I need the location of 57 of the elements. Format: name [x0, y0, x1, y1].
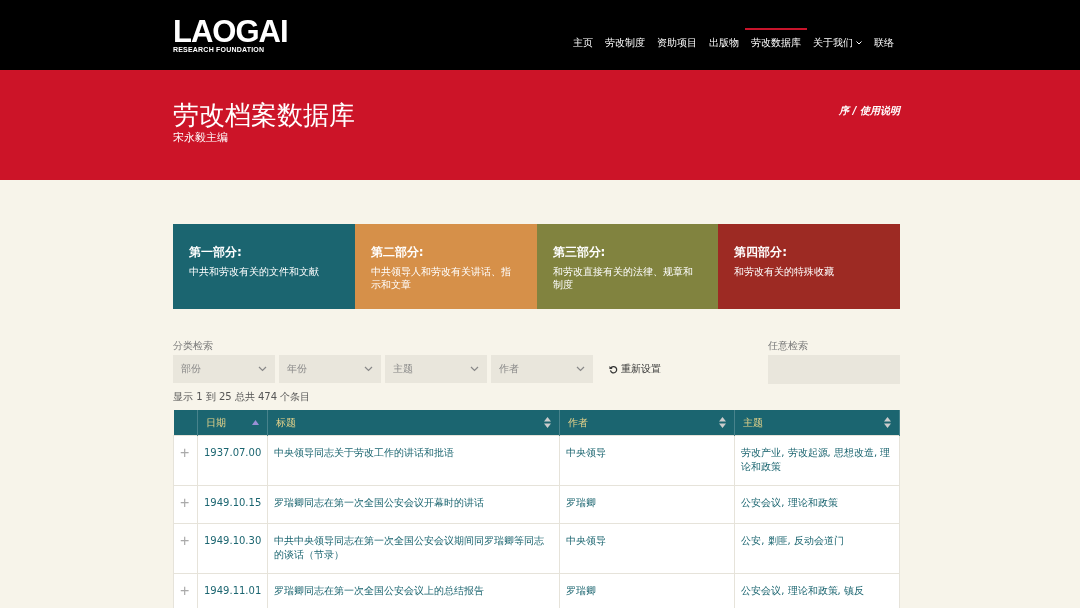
page-title: 劳改档案数据库 [173, 100, 355, 130]
section-card[interactable]: 第三部分: 和劳改直接有关的法律、规章和制度 [536, 224, 719, 309]
section-card[interactable]: 第四部分: 和劳改有关的特殊收藏 [718, 224, 900, 309]
reset-icon [609, 364, 618, 374]
table-cell: 罗瑞卿 [559, 573, 735, 608]
page-subtitle: 宋永毅主编 [173, 130, 229, 145]
section-title: 第三部分: [552, 244, 607, 261]
reset-button[interactable]: 重新设置 [603, 361, 667, 377]
table-cell: 公安会议, 理论和政策 [734, 485, 900, 524]
entry-count: 显示 1 到 25 总共 474 个条目 [173, 390, 312, 404]
section-description: 中共和劳改有关的文件和文献 [189, 265, 320, 278]
table-cell: 中央领导 [559, 523, 735, 574]
chevron-down-icon [258, 366, 267, 372]
table-cell: 中共中央领导同志在第一次全国公安会议期间同罗瑞卿等同志的谈话（节录） [267, 523, 560, 574]
column-header[interactable]: 日期 [206, 415, 226, 430]
table-cell: 1937.07.00 [197, 435, 268, 486]
section-title: 第一部分: [189, 244, 243, 261]
table-cell: 1949.11.01 [197, 573, 268, 608]
section-description: 中共领导人和劳改有关讲话、指示和文章 [370, 265, 512, 291]
nav-link[interactable]: 联络 [868, 28, 900, 56]
section-card[interactable]: 第一部分: 中共和劳改有关的文件和文献 [173, 224, 355, 309]
table-cell: 罗瑞卿同志在第一次全国公安会议上的总结报告 [267, 573, 560, 608]
filter-dropdown[interactable]: 年份 [279, 355, 381, 383]
section-title: 第四部分: [734, 244, 789, 261]
intro-link[interactable]: 序 / 使用说明 [839, 104, 900, 180]
chevron-down-icon [856, 41, 862, 45]
section-description: 和劳改直接有关的法律、规章和制度 [552, 265, 694, 291]
nav-link[interactable]: 关于我们 [807, 28, 868, 56]
table-cell: 罗瑞卿同志在第一次全国公安会议开幕时的讲话 [267, 485, 560, 524]
chevron-down-icon [576, 366, 585, 372]
filter-dropdown[interactable]: 主题 [385, 355, 487, 383]
table-cell: 中央领导同志关于劳改工作的讲话和批语 [267, 435, 560, 486]
column-header[interactable]: 主题 [743, 415, 764, 430]
nav-link[interactable]: 资助项目 [651, 28, 703, 56]
logo-wordmark[interactable]: LAOGAI [173, 17, 288, 46]
nav-link[interactable]: 劳改制度 [599, 28, 651, 56]
nav-link[interactable]: 劳改数据库 [745, 28, 807, 56]
chevron-down-icon [470, 366, 479, 372]
search-label: 任意检索 [768, 339, 809, 353]
filter-label: 分类检索 [173, 339, 214, 353]
table-cell: 公安, 剿匪, 反动会道门 [734, 523, 900, 574]
table-cell: 罗瑞卿 [559, 485, 735, 524]
chevron-down-icon [364, 366, 373, 372]
nav-link[interactable]: 出版物 [703, 28, 745, 56]
column-header[interactable]: 作者 [568, 415, 589, 430]
filter-dropdown[interactable]: 部份 [173, 355, 275, 383]
filter-dropdown[interactable]: 作者 [491, 355, 593, 383]
table-cell: 劳改产业, 劳改起源, 思想改造, 理论和政策 [734, 435, 900, 486]
column-header[interactable]: 标题 [276, 415, 297, 430]
section-title: 第二部分: [370, 244, 425, 261]
nav-link[interactable]: 主页 [567, 28, 599, 56]
table-cell: 1949.10.15 [197, 485, 268, 524]
section-description: 和劳改有关的特殊收藏 [734, 265, 836, 278]
table-cell: 公安会议, 理论和政策, 镇反 [734, 573, 900, 608]
section-card[interactable]: 第二部分: 中共领导人和劳改有关讲话、指示和文章 [354, 224, 537, 309]
table-cell: 中央领导 [559, 435, 735, 486]
table-cell: 1949.10.30 [197, 523, 268, 574]
